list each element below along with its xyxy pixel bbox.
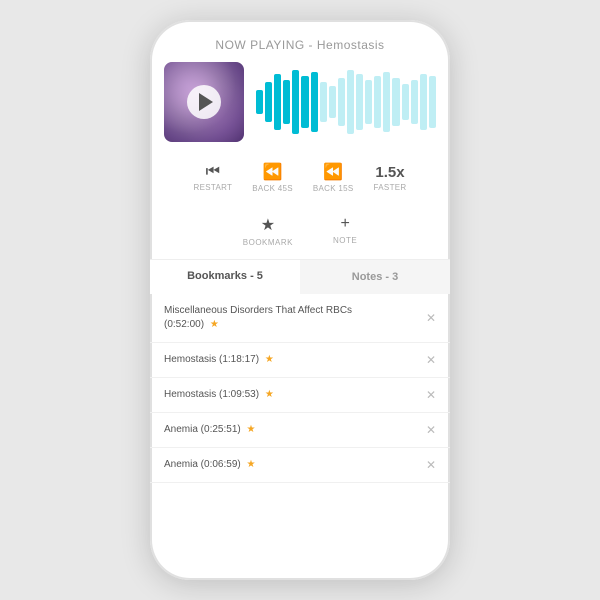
list-item: Anemia (0:06:59) ★ ✕ (150, 448, 450, 483)
star-icon: ★ (265, 354, 274, 365)
waveform-bar (320, 82, 327, 122)
bookmark-text: Anemia (0:25:51) ★ (164, 423, 418, 437)
bookmark-text: Anemia (0:06:59) ★ (164, 458, 418, 472)
close-icon[interactable]: ✕ (426, 353, 436, 367)
waveform-bar (356, 74, 363, 130)
star-icon: ★ (247, 424, 256, 435)
back15-control[interactable]: ⏪ BACK 15s (313, 162, 354, 193)
list-item: Hemostasis (1:09:53) ★ ✕ (150, 378, 450, 413)
close-icon[interactable]: ✕ (426, 458, 436, 472)
controls-row: ⏮ RESTART ⏪ BACK 45s ⏪ BACK 15s 1.5x FAS… (150, 156, 450, 199)
speed-control[interactable]: 1.5x FASTER (374, 164, 407, 192)
close-icon[interactable]: ✕ (426, 388, 436, 402)
bookmark-text: Hemostasis (1:09:53) ★ (164, 388, 418, 402)
waveform-bar (274, 74, 281, 130)
waveform-bar (311, 72, 318, 132)
tabs-row: Bookmarks - 5 Notes - 3 (150, 260, 450, 294)
back15-label: BACK 15s (313, 184, 354, 193)
bookmark-action[interactable]: ★ BOOKMARK (243, 215, 293, 247)
bookmark-text: Hemostasis (1:18:17) ★ (164, 353, 418, 367)
waveform-bar (365, 80, 372, 124)
restart-label: RESTART (194, 183, 233, 192)
bookmarks-list: Miscellaneous Disorders That Affect RBCs… (150, 294, 450, 580)
note-label: NOTE (333, 236, 357, 245)
now-playing-title: NOW PLAYING - Hemostasis (150, 38, 450, 52)
waveform-bar (329, 86, 336, 118)
star-icon: ★ (265, 389, 274, 400)
player-area (150, 62, 450, 142)
waveform-bar (265, 82, 272, 122)
speed-label: FASTER (374, 183, 407, 192)
waveform-bar (411, 80, 418, 124)
back15-icon: ⏪ (323, 162, 343, 182)
waveform-bar (256, 90, 263, 114)
phone-frame: NOW PLAYING - Hemostasis ⏮ RESTART ⏪ BAC… (150, 20, 450, 580)
star-icon: ★ (210, 319, 219, 330)
waveform-bar (402, 84, 409, 120)
note-icon: + (340, 215, 349, 233)
close-icon[interactable]: ✕ (426, 311, 436, 325)
phone-inner: NOW PLAYING - Hemostasis ⏮ RESTART ⏪ BAC… (150, 20, 450, 580)
album-art (164, 62, 244, 142)
close-icon[interactable]: ✕ (426, 423, 436, 437)
waveform-bar (347, 70, 354, 134)
actions-row: ★ BOOKMARK + NOTE (150, 207, 450, 260)
star-icon: ★ (247, 459, 256, 470)
waveform-bar (420, 74, 427, 130)
waveform-bar (374, 76, 381, 128)
back45-control[interactable]: ⏪ BACK 45s (252, 162, 293, 193)
speed-value: 1.5x (375, 164, 404, 181)
play-button[interactable] (187, 85, 221, 119)
bookmark-icon: ★ (261, 215, 275, 235)
tab-notes[interactable]: Notes - 3 (300, 260, 450, 294)
bookmark-text: Miscellaneous Disorders That Affect RBCs… (164, 304, 418, 332)
restart-icon: ⏮ (206, 163, 220, 181)
list-item: Anemia (0:25:51) ★ ✕ (150, 413, 450, 448)
play-icon (199, 93, 213, 111)
waveform-bar (338, 78, 345, 126)
list-item: Hemostasis (1:18:17) ★ ✕ (150, 343, 450, 378)
back45-icon: ⏪ (263, 162, 283, 182)
waveform-bar (429, 76, 436, 128)
waveform-bar (301, 76, 308, 128)
list-item: Miscellaneous Disorders That Affect RBCs… (150, 294, 450, 343)
note-action[interactable]: + NOTE (333, 215, 357, 247)
bookmark-label: BOOKMARK (243, 238, 293, 247)
waveform-bar (383, 72, 390, 132)
waveform (256, 62, 436, 142)
tab-bookmarks[interactable]: Bookmarks - 5 (150, 260, 300, 294)
restart-control[interactable]: ⏮ RESTART (194, 163, 233, 192)
waveform-bar (392, 78, 399, 126)
waveform-bar (292, 70, 299, 134)
waveform-bar (283, 80, 290, 124)
back45-label: BACK 45s (252, 184, 293, 193)
